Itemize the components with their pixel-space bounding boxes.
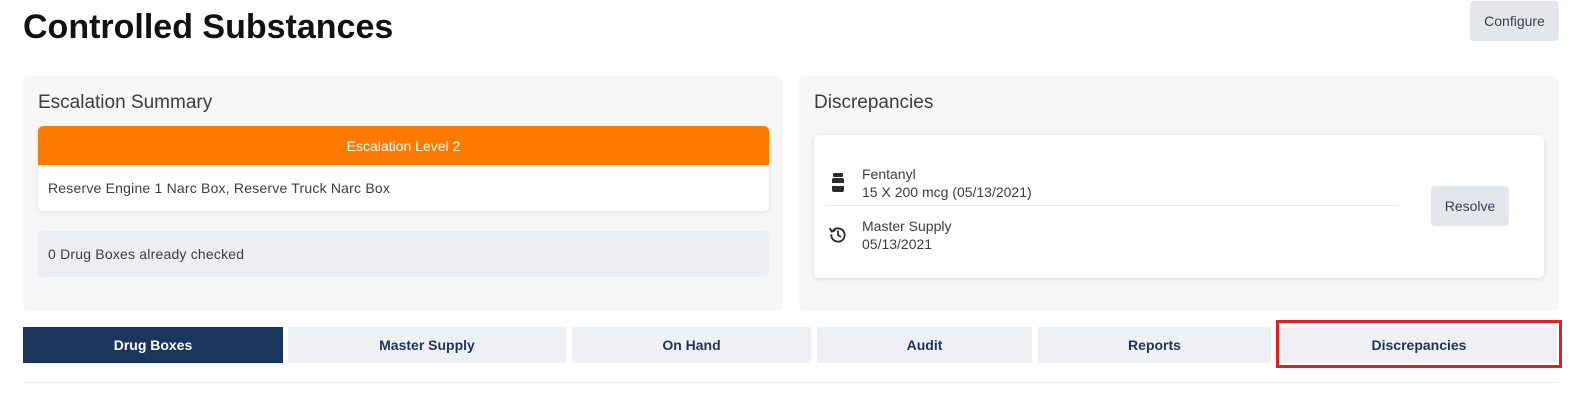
discrepancy-source-row: Master Supply 05/13/2021 bbox=[826, 215, 1398, 255]
escalation-boxes-text: Reserve Engine 1 Narc Box, Reserve Truck… bbox=[48, 180, 391, 196]
drug-name: Fentanyl bbox=[862, 166, 916, 182]
escalation-summary-title: Escalation Summary bbox=[38, 92, 213, 113]
discrepancies-title: Discrepancies bbox=[814, 92, 934, 113]
divider bbox=[23, 382, 1559, 383]
page: Controlled Substances Configure Escalati… bbox=[0, 0, 1572, 402]
tab-on-hand[interactable]: On Hand bbox=[572, 327, 811, 363]
section-tabs: Drug Boxes Master Supply On Hand Audit R… bbox=[0, 327, 1572, 363]
discrepancy-card: Fentanyl 15 X 200 mcg (05/13/2021) Maste… bbox=[814, 135, 1544, 278]
drug-info: Fentanyl 15 X 200 mcg (05/13/2021) bbox=[862, 165, 1032, 201]
tab-reports[interactable]: Reports bbox=[1038, 327, 1271, 363]
tab-audit[interactable]: Audit bbox=[817, 327, 1032, 363]
discrepancies-panel: Discrepancies Fentanyl 15 X 200 mcg (05/… bbox=[799, 76, 1559, 311]
escalation-level-banner: Escalation Level 2 bbox=[38, 126, 769, 165]
history-icon bbox=[826, 223, 850, 247]
page-title: Controlled Substances bbox=[23, 8, 394, 46]
escalation-summary-panel: Escalation Summary Escalation Level 2 Re… bbox=[23, 76, 783, 311]
tab-drug-boxes[interactable]: Drug Boxes bbox=[23, 327, 283, 363]
medicine-bottle-icon bbox=[826, 171, 850, 195]
source-info: Master Supply 05/13/2021 bbox=[862, 217, 951, 253]
drug-detail: 15 X 200 mcg (05/13/2021) bbox=[862, 184, 1032, 200]
configure-button[interactable]: Configure bbox=[1470, 1, 1559, 41]
escalation-card: Escalation Level 2 Reserve Engine 1 Narc… bbox=[38, 126, 769, 211]
source-date: 05/13/2021 bbox=[862, 236, 933, 252]
discrepancy-drug-row: Fentanyl 15 X 200 mcg (05/13/2021) bbox=[826, 161, 1398, 206]
resolve-button[interactable]: Resolve bbox=[1431, 186, 1509, 226]
tab-discrepancies[interactable]: Discrepancies bbox=[1281, 327, 1557, 363]
source-name: Master Supply bbox=[862, 218, 952, 234]
tab-master-supply[interactable]: Master Supply bbox=[288, 327, 566, 363]
drug-boxes-checked-status: 0 Drug Boxes already checked bbox=[38, 231, 769, 277]
